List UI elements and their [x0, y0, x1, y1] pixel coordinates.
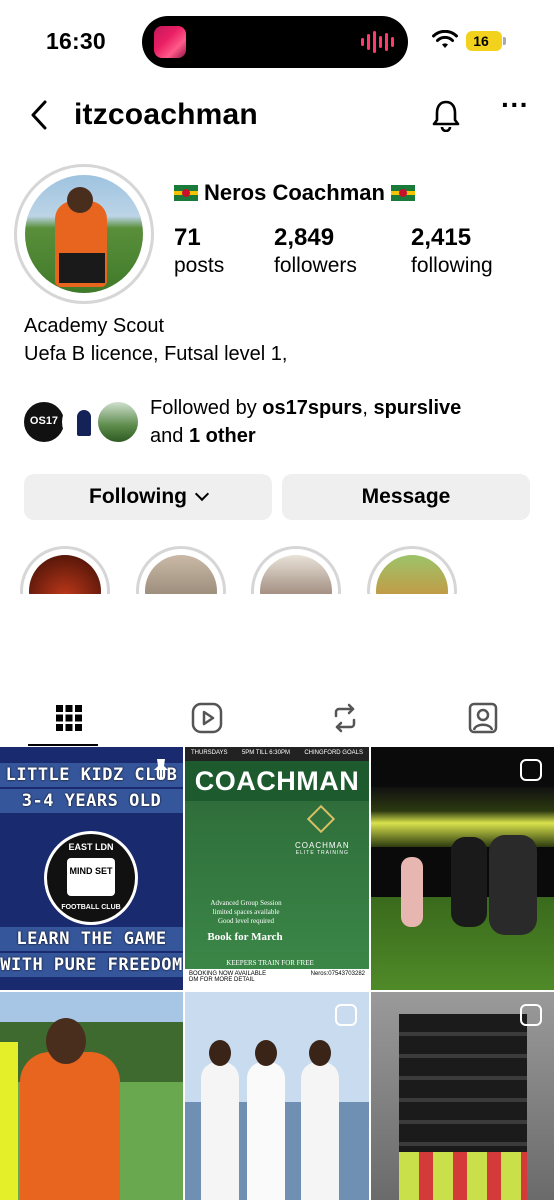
highlight-item[interactable]: [136, 546, 226, 594]
follower-link[interactable]: os17spurs: [262, 397, 362, 419]
message-button[interactable]: Message: [282, 474, 530, 520]
club-logo: EAST LDN MIND SET FOOTBALL CLUB: [44, 831, 138, 925]
follower-link[interactable]: spurslive: [373, 397, 461, 419]
battery-level: 16: [473, 33, 489, 49]
post-footer: BOOKING NOW AVAILABLE DM FOR MORE DETAIL …: [185, 969, 369, 990]
highlight-item[interactable]: [251, 546, 341, 594]
dominica-flag-icon: [390, 185, 415, 201]
chevron-down-icon: [194, 486, 210, 502]
stat-posts[interactable]: 71 posts: [174, 224, 224, 280]
followed-by-text: Followed by os17spurs, spurslive and 1 o…: [150, 397, 462, 447]
tagged-icon: [468, 702, 498, 734]
post-text: limited spaces available: [212, 908, 280, 916]
profile-username: itzcoachman: [74, 98, 258, 131]
profile-avatar[interactable]: [14, 164, 154, 304]
clock: 16:30: [46, 28, 106, 54]
active-tab-indicator: [28, 744, 98, 746]
post-thumbnail[interactable]: [371, 747, 554, 990]
message-button-label: Message: [361, 485, 451, 508]
stat-followers[interactable]: 2,849 followers: [274, 224, 357, 280]
bio-line: Academy Scout: [24, 315, 165, 337]
stat-value: 2,415: [411, 224, 472, 251]
post-text: Book for March: [207, 931, 283, 943]
dominica-flag-icon: [174, 185, 198, 201]
battery-icon: 16: [466, 31, 506, 51]
tab-reels[interactable]: [138, 690, 276, 746]
post-thumbnail[interactable]: [185, 992, 369, 1200]
profile-bio: Academy Scout Uefa B licence, Futsal lev…: [24, 312, 287, 368]
followed-by[interactable]: OS17 Followed by os17spurs, spurslive an…: [22, 394, 542, 454]
profile-stats: 71 posts 2,849 followers 2,415 following: [174, 224, 534, 284]
tab-posts-grid[interactable]: [0, 690, 138, 746]
others-link[interactable]: 1 other: [189, 425, 256, 447]
wifi-icon: [432, 30, 458, 48]
grid-icon: [56, 705, 82, 731]
stat-following[interactable]: 2,415 following: [411, 224, 493, 280]
post-text: Good level required: [218, 917, 274, 925]
follower-avatar-other: [96, 400, 140, 444]
bio-line: Uefa B licence, Futsal level 1,: [24, 343, 288, 365]
reels-icon: [191, 702, 223, 734]
carousel-icon: [335, 1004, 357, 1026]
back-chevron-icon[interactable]: [28, 98, 50, 132]
story-highlights: [0, 540, 554, 594]
following-button[interactable]: Following: [24, 474, 272, 520]
audio-waveform-icon: [361, 30, 394, 54]
post-text: KEEPERS TRAIN FOR FREE: [226, 959, 314, 967]
dynamic-island[interactable]: [142, 16, 408, 68]
tab-reposts[interactable]: [276, 690, 414, 746]
post-text: Advanced Group Session: [210, 899, 282, 907]
pin-icon: [154, 759, 168, 778]
stat-value: 2,849: [274, 224, 335, 251]
reposts-icon: [334, 703, 356, 733]
post-title: COACHMAN: [185, 761, 369, 801]
highlight-item[interactable]: [367, 546, 457, 594]
post-thumbnail[interactable]: THURSDAYS 5PM TILL 6:30PM CHINGFORD GOALS …: [185, 747, 369, 990]
profile-header: itzcoachman ···: [0, 90, 554, 140]
highlight-item[interactable]: [20, 546, 110, 594]
post-text: 3-4 YEARS OLD: [0, 789, 183, 813]
avatar-photo: [25, 175, 143, 293]
post-thumbnail[interactable]: [0, 992, 183, 1200]
post-text: LEARN THE GAME: [0, 927, 183, 951]
stat-label: posts: [174, 254, 225, 277]
stat-label: following: [411, 254, 493, 277]
more-options-icon[interactable]: ···: [500, 91, 530, 130]
display-name: Neros Coachman: [174, 180, 415, 206]
post-text: WITH PURE FREEDOM: [0, 953, 183, 977]
follower-avatar-os17spurs: OS17: [22, 400, 66, 444]
display-name-text: Neros Coachman: [204, 180, 385, 205]
post-info-bar: THURSDAYS 5PM TILL 6:30PM CHINGFORD GOALS: [185, 747, 369, 761]
tab-tagged[interactable]: [414, 690, 552, 746]
bell-icon[interactable]: [430, 98, 462, 132]
carousel-icon: [520, 759, 542, 781]
stat-label: followers: [274, 254, 357, 277]
post-thumbnail[interactable]: LITTLE KIDZ CLUB 3-4 YEARS OLD EAST LDN …: [0, 747, 183, 990]
status-bar: 16:30 16: [0, 0, 554, 84]
carousel-icon: [520, 1004, 542, 1026]
following-button-label: Following: [89, 485, 187, 508]
now-playing-artwork: [154, 26, 186, 58]
stat-value: 71: [174, 224, 201, 251]
post-thumbnail[interactable]: [371, 992, 554, 1200]
post-brand: COACHMAN ELITE TRAINING: [295, 841, 350, 856]
profile-tabs: [0, 690, 554, 746]
